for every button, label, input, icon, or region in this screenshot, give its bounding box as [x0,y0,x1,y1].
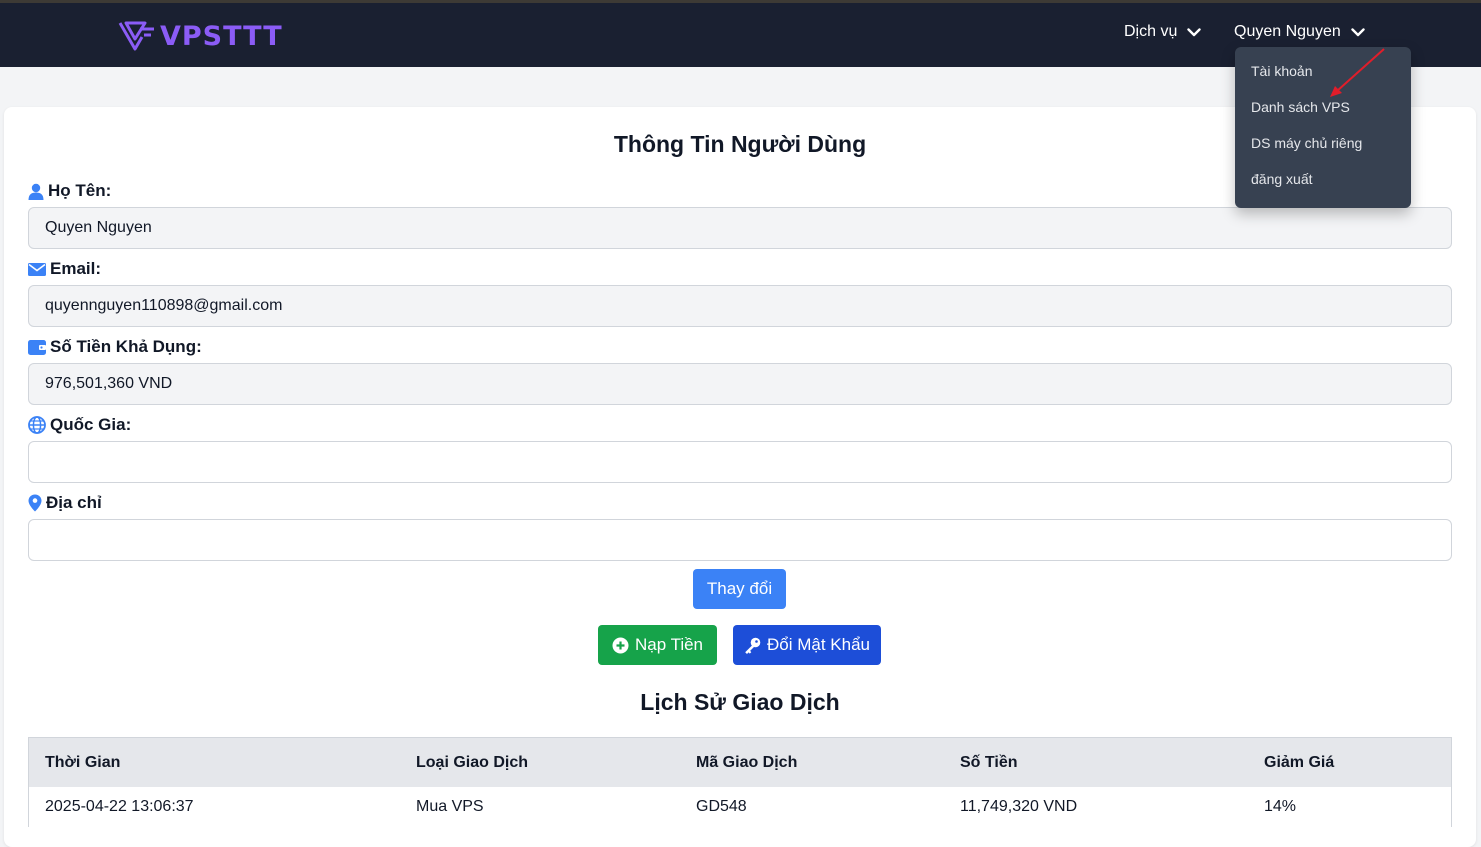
country-input[interactable] [28,441,1452,483]
nav-user-label: Quyen Nguyen [1234,23,1341,40]
column-header-time[interactable]: Thời Gian [45,738,120,787]
map-pin-icon [28,494,42,512]
change-password-button[interactable]: Đổi Mật Khẩu [733,625,881,665]
cell-type: Mua VPS [416,798,484,815]
email-label-text: Email: [50,259,102,278]
brand-logo[interactable]: VPSTTT [118,18,283,54]
brand-name: VPSTTT [160,20,283,52]
address-label-text: Địa chỉ [46,493,102,512]
plus-circle-icon [612,637,629,653]
cell-code: GD548 [696,798,747,815]
cell-discount: 14% [1264,798,1297,815]
topup-button-label: Nạp Tiền [634,635,704,654]
name-label-text: Họ Tên: [48,181,112,200]
change-password-label: Đổi Mật Khẩu [767,635,870,654]
column-header-discount[interactable]: Giảm Giá [1264,738,1334,787]
menu-item-dedicated-servers[interactable]: DS máy chủ riêng [1235,125,1411,161]
column-header-type[interactable]: Loại Giao Dịch [416,738,528,787]
address-label: Địa chỉ [28,493,102,513]
name-field[interactable]: Quyen Nguyen [28,207,1452,249]
table-header: Thời Gian Loại Giao Dịch Mã Giao Dịch Số… [29,738,1451,787]
table-row: 2025-04-22 13:06:37 Mua VPS GD548 11,749… [29,787,1451,827]
wallet-icon [28,339,46,355]
email-label: Email: [28,259,101,279]
menu-item-logout[interactable]: đăng xuất [1235,161,1411,197]
transaction-history-title: Lịch Sử Giao Dịch [640,689,840,715]
name-label: Họ Tên: [28,181,111,201]
envelope-icon [28,262,46,276]
chevron-down-icon [1187,27,1202,36]
balance-label: Số Tiền Khả Dụng: [28,337,202,357]
balance-label-text: Số Tiền Khả Dụng: [50,337,202,356]
profile-card: Thông Tin Người Dùng Họ Tên: Quyen Nguye… [4,107,1476,847]
topup-button[interactable]: Nạp Tiền [598,625,717,665]
nav-services-menu[interactable]: Dịch vụ [1124,23,1202,41]
chevron-down-icon [1351,27,1365,36]
balance-field[interactable]: 976,501,360 VND [28,363,1452,405]
column-header-amount[interactable]: Số Tiền [960,738,1018,787]
logo-mark-icon [118,21,154,51]
country-label-text: Quốc Gia: [50,415,132,434]
country-label: Quốc Gia: [28,415,131,435]
nav-services-label: Dịch vụ [1124,23,1178,40]
transaction-table: Thời Gian Loại Giao Dịch Mã Giao Dịch Số… [28,737,1452,827]
user-icon [28,183,44,200]
email-field[interactable]: quyennguyen110898@gmail.com [28,285,1452,327]
cell-time: 2025-04-22 13:06:37 [45,798,194,815]
key-icon [745,637,761,654]
change-button[interactable]: Thay đổi [693,569,786,609]
globe-icon [28,416,46,434]
cell-amount: 11,749,320 VND [960,798,1078,815]
nav-user-menu[interactable]: Quyen Nguyen [1234,23,1365,41]
annotation-arrow-icon [1330,48,1385,97]
column-header-code[interactable]: Mã Giao Dịch [696,738,797,787]
address-input[interactable] [28,519,1452,561]
